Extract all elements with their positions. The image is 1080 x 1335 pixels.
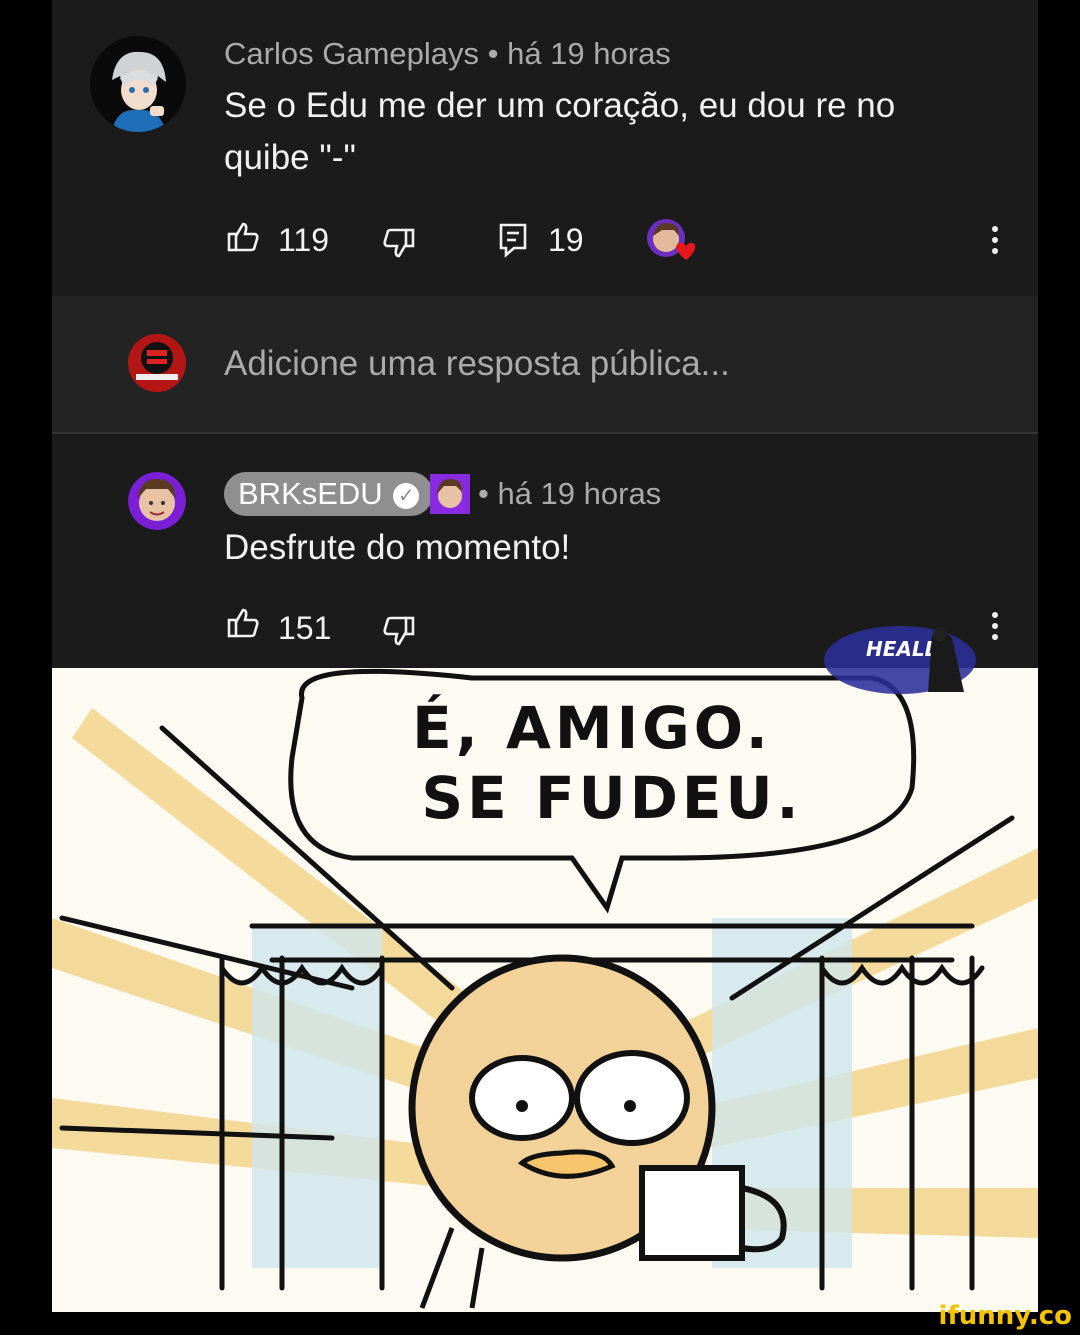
like-count: 119 [278, 222, 330, 258]
dislike-icon[interactable] [382, 226, 416, 265]
reply-time: • há 19 horas [478, 476, 662, 511]
more-options-button[interactable] [992, 226, 1000, 259]
comment-text: Se o Edu me der um coração, eu dou re no… [224, 86, 896, 177]
meme-line-1: É, AMIGO. [412, 693, 772, 762]
verified-icon: ✓ [393, 482, 420, 509]
like-icon[interactable] [226, 606, 260, 645]
heall-logo-text: HEALL [866, 637, 937, 661]
comments-panel: Carlos Gameplays • há 19 horas Se o Edu … [52, 0, 1038, 668]
dislike-icon[interactable] [382, 614, 416, 653]
heall-overlay-logo: HEALL [824, 622, 976, 696]
comment-time: • há 19 horas [487, 36, 671, 71]
avatar-brksedu[interactable] [128, 472, 186, 530]
reply-like-count: 151 [278, 610, 332, 646]
reply-input-placeholder[interactable]: Adicione uma resposta pública... [224, 344, 730, 384]
ifunny-watermark: ifunny.co [938, 1301, 1072, 1331]
more-options-button[interactable] [992, 612, 1000, 645]
comment-author[interactable]: Carlos Gameplays [224, 36, 479, 71]
reply-icon[interactable] [498, 222, 528, 263]
member-badge-icon [430, 474, 470, 519]
meme-image: É, AMIGO. SE FUDEU. [52, 668, 1038, 1312]
avatar-current-user [128, 334, 186, 392]
author-chip[interactable]: BRKsEDU ✓ [224, 472, 434, 516]
creator-heart-icon [646, 218, 696, 269]
reply-author[interactable]: BRKsEDU [238, 476, 383, 511]
avatar-carlos[interactable] [90, 36, 186, 132]
comment-carlos: Carlos Gameplays • há 19 horas Se o Edu … [52, 0, 1038, 296]
like-icon[interactable] [226, 220, 260, 259]
meme-line-2: SE FUDEU. [421, 764, 802, 832]
reply-text: Desfrute do momento! [224, 528, 571, 567]
reply-count: 19 [548, 222, 584, 258]
reply-input-area[interactable]: Adicione uma resposta pública... [52, 296, 1038, 434]
